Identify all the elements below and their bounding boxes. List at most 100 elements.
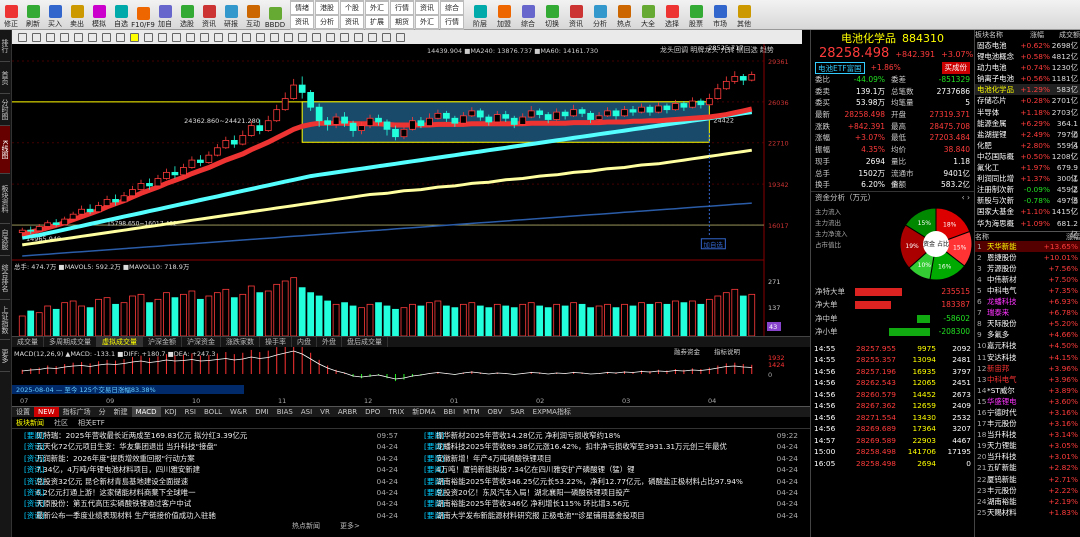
candle-body[interactable] [502,114,510,119]
drawing-tool-icon[interactable] [32,32,41,42]
hot-news-link[interactable]: 热点新闻 [292,521,320,531]
news-row[interactable]: [资讯] 总投资32亿元 昆仑新材青島基地建设全面提速 04-24 [12,476,402,487]
toolbar-grid-button[interactable]: 扩展 [365,14,389,29]
candle-body[interactable] [180,167,187,176]
indicator-tab[interactable]: SAR [506,407,528,417]
candle-body[interactable] [52,222,60,226]
drawing-tool-icon[interactable] [172,32,181,42]
constituent-row[interactable]: 6 龙蟠科技 +6.93% [975,296,1080,307]
drawing-tool-icon[interactable] [284,32,293,42]
toolbar-button[interactable]: 股票 [685,1,707,29]
drawing-tool-icon[interactable] [186,32,195,42]
news-title[interactable]: 安徽新增！年产4万吨磷酸铁锂项目 [436,453,770,464]
news-row[interactable]: [要闻] 龙蟠科技2025年营收89.38亿元涨16.42%，扣非净亏损收窄至39… [412,441,802,452]
buy-constituents-button[interactable]: 买成份 [941,62,970,74]
candle-body[interactable] [485,116,493,123]
candle-body[interactable] [434,112,442,119]
candle-body[interactable] [349,122,357,131]
constituent-row[interactable]: 15 华盛锂电 +3.60% [975,396,1080,407]
more-icon[interactable]: ‹ › [962,192,970,203]
toolbar-grid-button[interactable]: 情绪 [290,0,314,15]
volume-subtab[interactable]: 涨跌家数 [221,337,260,347]
drawing-tool-icon[interactable] [74,32,83,42]
news-tab[interactable]: 板块新闻 [16,417,44,428]
drawing-tool-icon[interactable] [18,32,27,42]
candle-body[interactable] [281,98,289,111]
indicator-tab[interactable]: 指标广场 [59,407,95,417]
indicator-tab[interactable]: ASI [297,407,316,417]
candle-body[interactable] [44,222,52,227]
candle-body[interactable] [383,121,391,130]
news-title[interactable]: 总投资20亿！东风汽车入局！湖北襄阳一磷酸铁锂项目投产 [436,487,770,498]
constituent-row[interactable]: 3 芳源股份 +7.56% [975,263,1080,274]
candle-body[interactable] [629,109,637,113]
candle-body[interactable] [78,208,85,215]
news-title[interactable]: 云天化72亿元项目生变：华友集团退出 当升科技"接盘" [36,441,370,452]
left-nav-item[interactable]: 排行 [0,30,10,62]
volume-subtab[interactable]: 多周期成交量 [44,337,97,347]
candle-body[interactable] [213,147,221,156]
drawing-tool-icon[interactable] [88,32,97,42]
news-title[interactable]: 天原股份：第五代高压实磷酸铁锂通过客户中试 [36,498,370,509]
constituent-row[interactable]: 14 *ST威尔 +3.89% [975,385,1080,396]
left-nav-item[interactable]: 更多 [0,340,10,372]
indicator-tab[interactable]: BIAS [273,407,297,417]
candle-body[interactable] [714,88,722,99]
candle-body[interactable] [655,105,662,113]
candle-body[interactable] [315,106,323,122]
candle-body[interactable] [459,115,467,124]
toolbar-button[interactable]: 买入 [45,1,65,29]
constituent-row[interactable]: 2 恩捷股份 +10.01% [975,252,1080,263]
toolbar-button[interactable]: 热点 [613,1,635,29]
candle-body[interactable] [680,103,688,108]
toolbar-button[interactable]: 研报 [221,1,241,29]
news-title[interactable]: 4万吨！厦钨新能拟投7.34亿在四川雅安扩产磷酸锂（猛）锂 [436,464,770,475]
toolbar-grid-button[interactable]: 行情 [440,14,464,29]
indicator-tab[interactable]: OBV [484,407,507,417]
constituent-row[interactable]: 25 天赐材料 +1.83% [975,507,1080,518]
volume-subtab[interactable]: 外盘 [317,337,342,347]
constituent-row[interactable]: 9 多氟多 +4.66% [975,329,1080,340]
candle-body[interactable] [230,139,238,145]
drawing-tool-icon[interactable] [102,32,111,42]
constituent-row[interactable]: 1 天华新能 +13.65% [975,240,1080,252]
drawing-tool-icon[interactable] [396,32,405,42]
sector-row[interactable]: 中芯国际概念 +0.50%1208亿 [975,151,1080,162]
toolbar-button[interactable]: 阶层 [469,1,491,29]
candle-body[interactable] [570,109,577,117]
left-nav-item[interactable]: 上证指数 [0,300,10,340]
indicator-tab[interactable]: W&R [226,407,251,417]
drawing-tool-icon[interactable] [130,32,139,42]
news-row[interactable]: [资讯] 万润新能：2026年度"提质增效重回报"行动方案 04-24 [12,453,402,464]
toolbar-button[interactable]: 自选 [111,1,131,29]
candle-body[interactable] [409,120,416,130]
candle-body[interactable] [493,114,501,123]
news-row[interactable]: [要闻] 湖南裕能2025年营收346.25亿元长53.22%，净利12.77亿元… [412,476,802,487]
candle-body[interactable] [103,199,111,206]
candle-body[interactable] [239,135,247,145]
indicator-tab[interactable]: BBI [439,407,459,417]
news-title[interactable]: 贝特瑞：2025年营收最长近两成至169.83亿元 拟分红3.39亿元 [36,430,370,441]
left-nav-item[interactable]: 首页 [0,62,10,94]
toolbar-button[interactable]: 资讯 [199,1,219,29]
toolbar-grid-button[interactable]: 资讯 [290,14,314,29]
constituent-row[interactable]: 10 嘉元科技 +4.50% [975,340,1080,351]
candle-body[interactable] [739,76,747,81]
sector-row[interactable]: 固态电池 +0.62% 2698亿 [975,40,1080,51]
toolbar-button[interactable]: 选择 [661,1,683,29]
indicator-tab[interactable]: 新DMA [408,407,439,417]
constituent-row[interactable]: 22 厦钨新能 +2.71% [975,474,1080,485]
candle-body[interactable] [205,154,213,163]
sector-row[interactable]: 国家大基金持股 +1.10%1415亿 [975,206,1080,217]
candle-body[interactable] [61,218,69,226]
news-row[interactable]: [要闻] 总投资20亿！东风汽车入局！湖北襄阳一磷酸铁锂项目投产 04-24 [412,487,802,498]
toolbar-button[interactable]: 切换 [541,1,563,29]
candle-body[interactable] [298,84,306,93]
drawing-tool-icon[interactable] [312,32,321,42]
news-row[interactable]: [要闻] 湖南大学发布新能源材料研究报 正极电池""诊星铺用基金投项目 04-24 [412,510,802,521]
candle-body[interactable] [112,199,119,203]
news-title[interactable]: 湖南大学发布新能源材料研究报 正极电池""诊星铺用基金投项目 [436,510,770,521]
toolbar-button[interactable]: BBDD [265,1,285,29]
candle-body[interactable] [587,112,594,120]
toolbar-button[interactable]: 选股 [177,1,197,29]
